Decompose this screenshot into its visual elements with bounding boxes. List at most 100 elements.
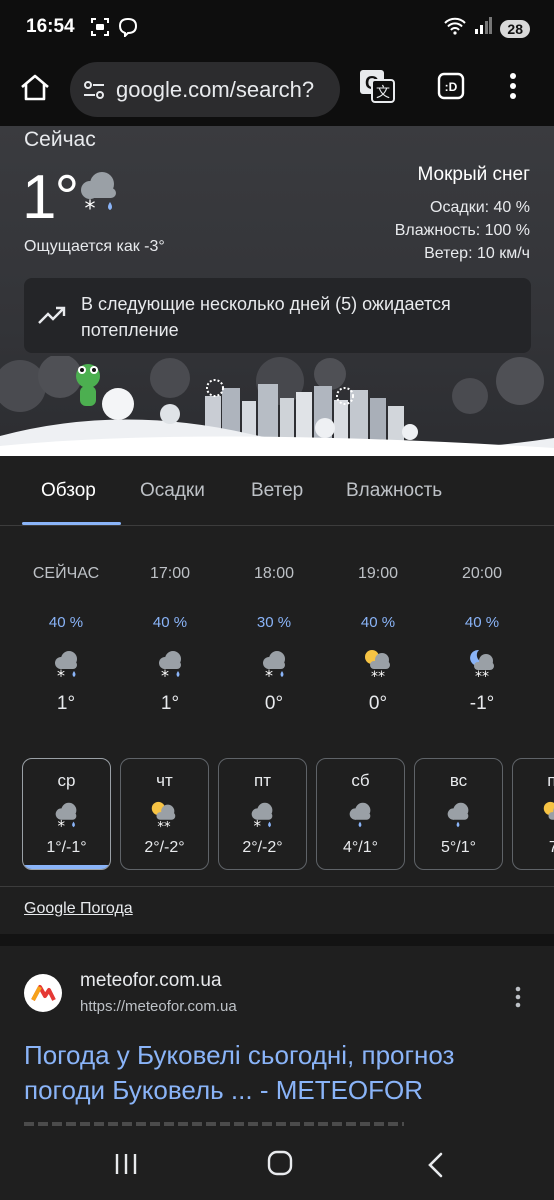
day-card[interactable]: пн 7° bbox=[512, 758, 554, 870]
svg-text:*: * bbox=[58, 817, 66, 831]
hour-precipitation: 40 % bbox=[360, 614, 396, 631]
hour-temperature: 0° bbox=[264, 693, 284, 714]
condition-details: Осадки: 40 % Влажность: 100 % Ветер: 10 … bbox=[395, 196, 530, 265]
address-bar[interactable]: google.com/search? bbox=[70, 62, 340, 117]
svg-text:**: ** bbox=[475, 669, 489, 681]
hour-time: 20:00 bbox=[461, 565, 503, 582]
result-title-link[interactable]: Погода у Буковелі сьогодні, прогноз пого… bbox=[24, 1038, 534, 1108]
wifi-icon bbox=[444, 17, 467, 40]
back-button[interactable] bbox=[426, 1152, 444, 1183]
svg-text:**: ** bbox=[157, 820, 171, 831]
daily-forecast: ср * 1°/-1° чт ** 2°/-2° пт * 2°/-2° сб … bbox=[0, 758, 554, 870]
feels-like: Ощущается как -3° bbox=[24, 238, 165, 255]
svg-text:*: * bbox=[161, 666, 169, 681]
tab-humidity[interactable]: Влажность bbox=[346, 480, 442, 502]
day-name: ср bbox=[57, 771, 76, 790]
svg-text:*: * bbox=[57, 666, 65, 681]
svg-text:*: * bbox=[254, 817, 262, 831]
tabs-icon[interactable]: :D bbox=[436, 71, 466, 106]
hour-time: 17:00 bbox=[149, 565, 191, 582]
hour-time: 19:00 bbox=[357, 565, 399, 582]
status-bar: 16:54 28 bbox=[0, 0, 554, 56]
day-card[interactable]: вс 5°/1° bbox=[414, 758, 503, 870]
hour-temperature: 1° bbox=[56, 693, 76, 714]
hour-time: 18:00 bbox=[253, 565, 295, 582]
hour-precipitation: 40 % bbox=[152, 614, 188, 631]
site-favicon[interactable] bbox=[24, 974, 62, 1012]
home-nav-button[interactable] bbox=[267, 1150, 293, 1181]
sleet-icon: * bbox=[246, 799, 278, 836]
condition-label: Мокрый снег bbox=[417, 164, 530, 185]
partly-cloudy-snow-icon: ** bbox=[361, 647, 395, 686]
partly-cloudy-snow-icon: ** bbox=[148, 799, 180, 836]
day-card[interactable]: сб 4°/1° bbox=[316, 758, 405, 870]
day-card[interactable]: ср * 1°/-1° bbox=[22, 758, 111, 870]
active-tab-indicator bbox=[22, 522, 121, 525]
day-temperature: 2°/-2° bbox=[242, 839, 283, 856]
tab-precipitation[interactable]: Осадки bbox=[140, 480, 205, 502]
section-gap bbox=[0, 934, 554, 946]
google-weather-link[interactable]: Google Погода bbox=[24, 900, 133, 918]
signal-icon bbox=[474, 17, 493, 40]
trend-text: В следующие несколько дней (5) ожидается… bbox=[81, 294, 451, 340]
day-card[interactable]: чт ** 2°/-2° bbox=[120, 758, 209, 870]
hour-precipitation: 40 % bbox=[48, 614, 84, 631]
day-name: сб bbox=[351, 771, 370, 790]
hour-temperature: -1° bbox=[469, 693, 495, 714]
hour-precipitation: 30 % bbox=[256, 614, 292, 631]
site-settings-icon[interactable] bbox=[82, 79, 106, 106]
weather-card: Сейчас 1° * Ощущается как -3° Мокрый сне… bbox=[0, 126, 554, 456]
hour-precipitation: 40 % bbox=[464, 614, 500, 631]
svg-text:*: * bbox=[265, 666, 273, 681]
tab-wind[interactable]: Ветер bbox=[251, 480, 303, 502]
search-result: meteofor.com.ua https://meteofor.com.ua … bbox=[0, 946, 554, 1126]
home-button[interactable] bbox=[16, 69, 54, 107]
night-cloudy-snow-icon: ** bbox=[465, 647, 499, 686]
site-name[interactable]: meteofor.com.ua bbox=[80, 970, 222, 992]
day-temperature: 1°/-1° bbox=[46, 839, 87, 856]
day-temperature: 4°/1° bbox=[342, 839, 379, 856]
url-text[interactable]: google.com/search? bbox=[116, 77, 314, 103]
snippet-cutoff bbox=[24, 1122, 404, 1126]
sleet-icon: * bbox=[72, 166, 124, 223]
partly-cloudy-icon bbox=[540, 799, 554, 836]
sleet-icon: * bbox=[49, 647, 83, 686]
recents-button[interactable] bbox=[114, 1152, 138, 1181]
selected-day-indicator bbox=[23, 865, 110, 869]
sleet-icon: * bbox=[153, 647, 187, 686]
tab-overview[interactable]: Обзор bbox=[41, 480, 96, 502]
day-name: пт bbox=[254, 771, 271, 790]
wind-value: Ветер: 10 км/ч bbox=[424, 245, 530, 262]
precipitation-value: Осадки: 40 % bbox=[430, 199, 530, 216]
svg-text::D: :D bbox=[445, 80, 458, 94]
day-temperature: 7° bbox=[513, 839, 554, 857]
weather-illustration bbox=[0, 354, 554, 456]
site-url[interactable]: https://meteofor.com.ua bbox=[80, 998, 237, 1015]
result-more-icon[interactable] bbox=[514, 986, 522, 1013]
divider bbox=[0, 886, 554, 887]
trend-banner[interactable]: В следующие несколько дней (5) ожидается… bbox=[24, 278, 531, 353]
now-label: Сейчас bbox=[24, 128, 96, 151]
svg-text:*: * bbox=[85, 197, 96, 218]
current-temperature: 1° bbox=[22, 163, 79, 232]
trending-up-icon bbox=[37, 304, 67, 331]
sleet-icon: * bbox=[50, 799, 82, 836]
rain-icon bbox=[344, 799, 376, 836]
day-card[interactable]: пт * 2°/-2° bbox=[218, 758, 307, 870]
humidity-value: Влажность: 100 % bbox=[394, 222, 530, 239]
translate-icon[interactable]: G文 bbox=[358, 68, 396, 109]
hour-temperature: 0° bbox=[368, 693, 388, 714]
svg-text:文: 文 bbox=[376, 85, 390, 101]
hour-time: СЕЙЧАС bbox=[32, 565, 100, 582]
sleet-icon: * bbox=[257, 647, 291, 686]
day-name: вс bbox=[449, 771, 468, 790]
rain-icon bbox=[442, 799, 474, 836]
day-temperature: 5°/1° bbox=[440, 839, 477, 856]
browser-toolbar: google.com/search? G文 :D bbox=[0, 56, 554, 126]
hourly-forecast: СЕЙЧАС 40 % * 1° 17:00 40 % * 1° 18:00 3… bbox=[0, 527, 554, 737]
hour-temperature: 1° bbox=[160, 693, 180, 714]
system-nav-bar bbox=[0, 1128, 554, 1200]
battery-indicator: 28 bbox=[500, 19, 530, 38]
screenshot-icon bbox=[90, 17, 110, 42]
more-menu-icon[interactable] bbox=[508, 71, 518, 106]
